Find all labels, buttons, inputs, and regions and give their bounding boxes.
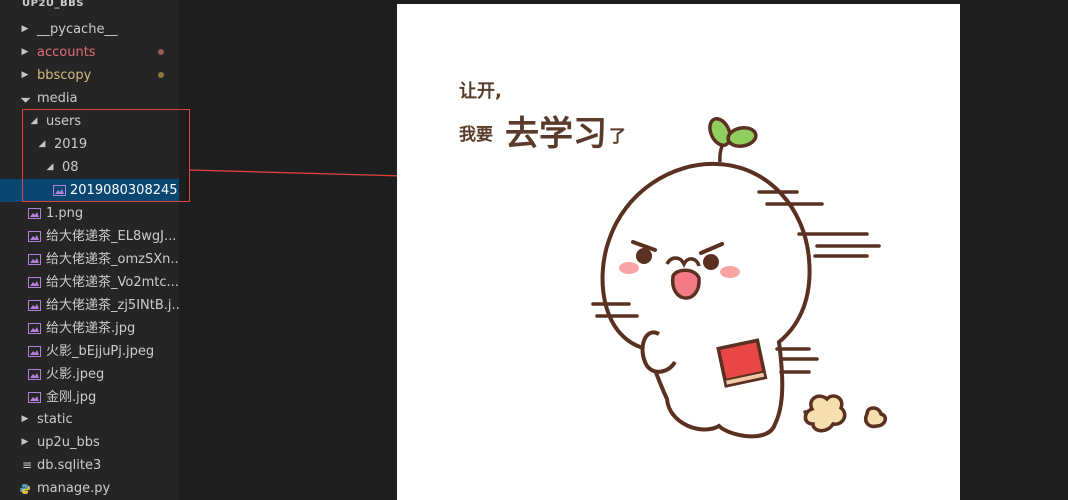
tree-item-image[interactable]: 火影.jpeg (0, 363, 179, 386)
tree-item-image[interactable]: 火影_bEjjuPj.jpeg (0, 340, 179, 363)
tree-item-manage-py[interactable]: manage.py (0, 477, 179, 500)
python-file-icon (18, 477, 32, 500)
left-cheek (619, 262, 639, 274)
image-file-icon (27, 340, 41, 363)
tree-item-label: 1.png (46, 206, 84, 221)
tree-item-bbscopy[interactable]: ▶ bbscopy (0, 64, 179, 87)
image-file-icon (27, 317, 41, 340)
tree-item-label: 火影_bEjjuPj.jpeg (46, 344, 155, 359)
tree-item-media[interactable]: ◢ media (0, 87, 179, 110)
cartoon-character-illustration (591, 117, 888, 439)
tree-item-label: 给大佬递茶_Vo2mtc... (46, 275, 179, 290)
tree-item-label: db.sqlite3 (37, 458, 102, 473)
chevron-right-icon: ▶ (21, 70, 29, 80)
tree-item-label: bbscopy (37, 68, 92, 83)
chevron-right-icon: ▶ (21, 437, 29, 447)
right-eye (703, 254, 719, 270)
tree-item-pycache[interactable]: ▶ __pycache__ (0, 18, 179, 41)
tree-item-label: 给大佬递茶_omzSXn... (46, 252, 179, 267)
modified-status-dot (158, 72, 164, 78)
image-file-icon (27, 202, 41, 225)
image-file-icon (27, 225, 41, 248)
tree-item-label: 给大佬递茶.jpg (46, 321, 136, 336)
tree-item-db-sqlite3[interactable]: ≡ db.sqlite3 (0, 454, 179, 477)
tree-item-image[interactable]: 给大佬递茶_Vo2mtc... (0, 271, 179, 294)
tree-item-label: manage.py (37, 481, 111, 496)
image-preview: 让开, 我要 去学习 了 (397, 4, 960, 500)
chevron-right-icon: ▶ (21, 24, 29, 34)
tree-item-image[interactable]: 给大佬递茶_zj5INtB.j... (0, 294, 179, 317)
tree-item-label: 火影.jpeg (46, 367, 105, 382)
left-eye (636, 248, 652, 264)
tree-item-image[interactable]: 给大佬递茶_EL8wgJ... (0, 225, 179, 248)
modified-status-dot (158, 49, 164, 55)
dust-cloud-large (803, 394, 847, 433)
tree-item-up2u-bbs[interactable]: ▶ up2u_bbs (0, 431, 179, 454)
chevron-down-icon: ◢ (19, 92, 32, 105)
image-file-icon (27, 386, 41, 409)
chevron-right-icon: ▶ (21, 414, 29, 424)
tree-item-static[interactable]: ▶ static (0, 408, 179, 431)
red-book (716, 338, 768, 388)
tree-item-image[interactable]: 金刚.jpg (0, 386, 179, 409)
tree-item-label: 金刚.jpg (46, 390, 97, 405)
tree-item-label: __pycache__ (37, 22, 118, 37)
chevron-right-icon: ▶ (21, 47, 29, 57)
explorer-sidebar: UP2U_BBS ▶ __pycache__ ▶ accounts ▶ bbsc… (0, 0, 179, 500)
tree-item-1png[interactable]: 1.png (0, 202, 179, 225)
annotation-highlight-box (22, 109, 190, 202)
explorer-root-label[interactable]: UP2U_BBS (0, 0, 179, 12)
tree-item-label: media (37, 91, 78, 106)
image-file-icon (27, 271, 41, 294)
image-file-icon (27, 363, 41, 386)
sprout-leaf-right (726, 126, 758, 148)
image-file-icon (27, 294, 41, 317)
tree-item-label: static (37, 412, 73, 427)
dust-cloud-small (864, 406, 888, 429)
right-cheek (720, 266, 740, 278)
tree-item-label: 给大佬递茶_EL8wgJ... (46, 229, 177, 244)
tree-item-label: up2u_bbs (37, 435, 100, 450)
tree-item-image[interactable]: 给大佬递茶_omzSXn... (0, 248, 179, 271)
tree-item-label: accounts (37, 45, 96, 60)
tree-item-accounts[interactable]: ▶ accounts (0, 41, 179, 64)
mouth-open (671, 268, 701, 300)
tree-item-label: 给大佬递茶_zj5INtB.j... (46, 298, 179, 313)
image-file-icon (27, 248, 41, 271)
tree-item-image[interactable]: 给大佬递茶.jpg (0, 317, 179, 340)
database-file-icon: ≡ (21, 458, 33, 472)
